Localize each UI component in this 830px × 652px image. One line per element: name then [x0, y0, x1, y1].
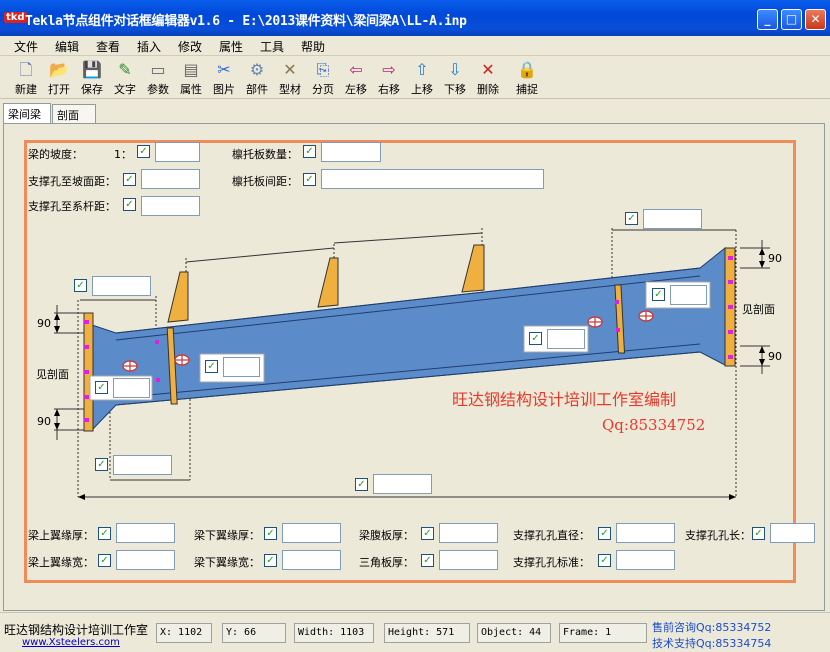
hole-to-slope-input[interactable] [141, 169, 200, 189]
left-cleat-dim-input[interactable] [92, 276, 151, 296]
left-hole-to-end-input[interactable] [113, 455, 172, 475]
hole-dia-input[interactable] [616, 523, 675, 543]
slope-label: 梁的坡度： [28, 148, 83, 161]
total-length-input[interactable] [373, 474, 432, 494]
hole-std-input[interactable] [616, 550, 675, 570]
see-section-left: 见剖面 [36, 368, 69, 381]
purlin-spacing-checkbox[interactable]: ✓ [303, 173, 316, 186]
dim-90-top-right: 90 [768, 252, 782, 265]
hole-len-input[interactable] [770, 523, 815, 543]
right-hole-spacing-checkbox[interactable]: ✓ [652, 288, 665, 301]
dim-90-bottom-right: 90 [768, 350, 782, 363]
status-x: X: 1102 [156, 623, 212, 643]
web-thk-checkbox[interactable]: ✓ [421, 527, 434, 540]
left-stiff-dim-checkbox[interactable]: ✓ [95, 381, 108, 394]
status-bar: 旺达钢结构设计培训工作室 www.Xsteelers.com X: 1102 Y… [0, 612, 830, 652]
bot-flange-thk-input[interactable] [282, 523, 341, 543]
web-thk-label: 梁腹板厚： [359, 529, 414, 542]
bot-flange-w-checkbox[interactable]: ✓ [264, 554, 277, 567]
tri-thk-input[interactable] [439, 550, 498, 570]
top-flange-thk-input[interactable] [116, 523, 175, 543]
top-flange-w-input[interactable] [116, 550, 175, 570]
hole-dia-checkbox[interactable]: ✓ [598, 527, 611, 540]
watermark-qq: Qq:85334752 [602, 416, 706, 434]
status-width: Width: 1103 [294, 623, 374, 643]
left-hole-spacing-input[interactable] [223, 357, 260, 377]
left-stiff-dim-input[interactable] [113, 378, 150, 398]
hole-std-label: 支撑孔孔标准： [513, 556, 590, 569]
purlin-spacing-input[interactable] [321, 169, 544, 189]
hole-len-checkbox[interactable]: ✓ [752, 527, 765, 540]
dim-90-bottom-left: 90 [37, 415, 51, 428]
bot-flange-thk-checkbox[interactable]: ✓ [264, 527, 277, 540]
hole-dia-label: 支撑孔孔直径： [513, 529, 590, 542]
watermark-title: 旺达钢结构设计培训工作室编制 [452, 390, 677, 409]
tri-thk-label: 三角板厚： [359, 556, 414, 569]
hole-to-tie-input[interactable] [141, 196, 200, 216]
purlin-cleat-3 [461, 244, 485, 293]
purlin-cleat-2 [317, 257, 339, 308]
dim-90-top-left: 90 [37, 317, 51, 330]
slope-input[interactable] [155, 142, 200, 162]
top-flange-w-label: 梁上翼缘宽： [28, 556, 94, 569]
purlin-cleat-1 [167, 271, 189, 323]
hole-std-checkbox[interactable]: ✓ [598, 554, 611, 567]
website-link[interactable]: www.Xsteelers.com [22, 637, 120, 648]
web-thk-input[interactable] [439, 523, 498, 543]
right-stiff-dim-checkbox[interactable]: ✓ [529, 332, 542, 345]
hole-len-label: 支撑孔孔长： [685, 529, 751, 542]
status-height: Height: 571 [384, 623, 470, 643]
purlin-count-input[interactable] [321, 142, 381, 162]
bot-flange-thk-label: 梁下翼缘厚： [194, 529, 260, 542]
slope-checkbox[interactable]: ✓ [137, 145, 150, 158]
top-flange-thk-label: 梁上翼缘厚： [28, 529, 94, 542]
slope-ratio-label: 1： [114, 148, 132, 161]
tri-thk-checkbox[interactable]: ✓ [421, 554, 434, 567]
hole-to-tie-label: 支撑孔至系杆距： [28, 200, 116, 213]
support-contact: 技术支持Qq:85334754 [652, 637, 772, 650]
left-cleat-dim-checkbox[interactable]: ✓ [74, 279, 87, 292]
studio-name: 旺达钢结构设计培训工作室 [4, 623, 149, 637]
right-end-dim-input[interactable] [643, 209, 702, 229]
right-hole-spacing-input[interactable] [670, 285, 707, 305]
left-hole-to-end-checkbox[interactable]: ✓ [95, 458, 108, 471]
top-flange-w-checkbox[interactable]: ✓ [98, 554, 111, 567]
hole-to-slope-checkbox[interactable]: ✓ [123, 173, 136, 186]
hole-to-tie-checkbox[interactable]: ✓ [123, 198, 136, 211]
see-section-right: 见剖面 [742, 303, 775, 316]
status-frame: Frame: 1 [559, 623, 647, 643]
purlin-count-checkbox[interactable]: ✓ [303, 145, 316, 158]
status-object: Object: 44 [477, 623, 551, 643]
total-length-checkbox[interactable]: ✓ [355, 478, 368, 491]
presale-contact: 售前咨询Qq:85334752 [652, 621, 772, 634]
right-stiff-dim-input[interactable] [547, 329, 585, 349]
purlin-spacing-label: 檩托板间距： [232, 175, 298, 188]
left-hole-spacing-checkbox[interactable]: ✓ [205, 360, 218, 373]
bot-flange-w-label: 梁下翼缘宽： [194, 556, 260, 569]
right-end-dim-checkbox[interactable]: ✓ [625, 212, 638, 225]
bot-flange-w-input[interactable] [282, 550, 341, 570]
top-flange-thk-checkbox[interactable]: ✓ [98, 527, 111, 540]
hole-to-slope-label: 支撑孔至坡面距： [28, 175, 116, 188]
status-y: Y: 66 [222, 623, 286, 643]
purlin-count-label: 檩托板数量： [232, 148, 298, 161]
main-window: tkd Tekla节点组件对话框编辑器v1.6 - E:\2013课件资料\梁间… [0, 0, 830, 652]
